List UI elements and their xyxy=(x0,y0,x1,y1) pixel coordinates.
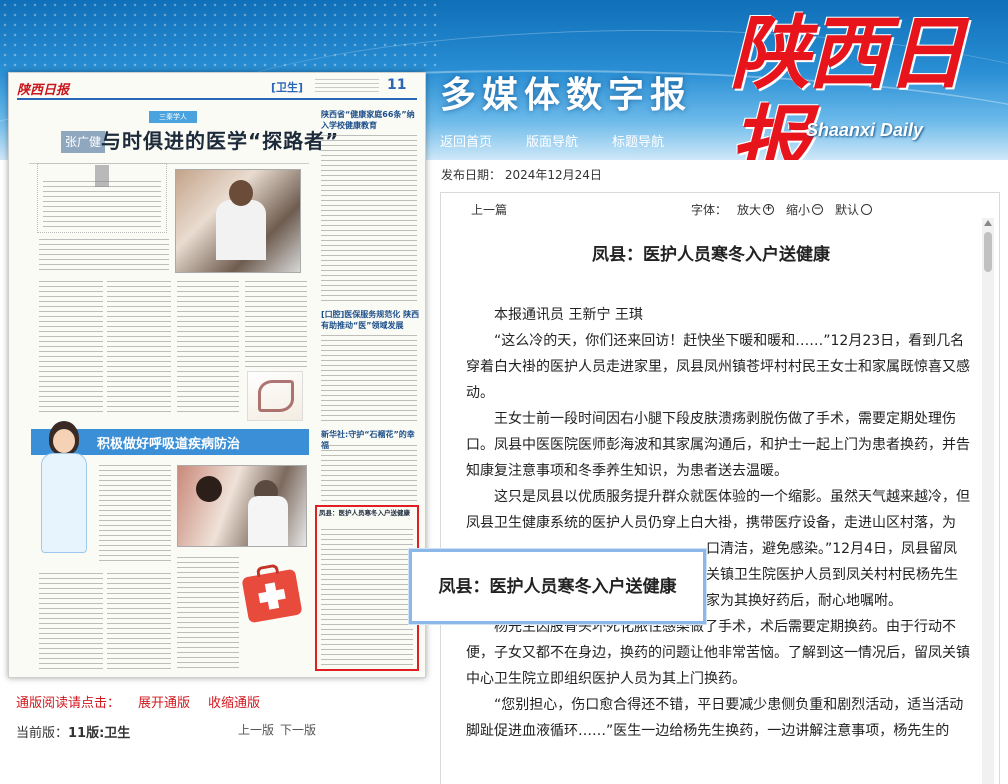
article-text-block[interactable] xyxy=(321,135,417,301)
publish-date: 发布日期： 2024年12月24日 xyxy=(441,168,602,182)
prev-page-link[interactable]: 上一版 xyxy=(238,721,274,738)
calligraphy-stroke xyxy=(258,380,294,412)
article-text-block[interactable] xyxy=(39,573,103,669)
circle-icon xyxy=(861,204,873,215)
article-text-block[interactable] xyxy=(321,445,417,501)
article-text-block[interactable] xyxy=(99,465,171,565)
font-size-label: 字体： xyxy=(691,203,728,217)
doctor-photo[interactable] xyxy=(175,169,301,273)
highlighted-article-text[interactable] xyxy=(321,529,413,665)
kit-cross xyxy=(258,588,286,604)
health-section-title[interactable]: 积极做好呼吸道疾病防治 xyxy=(97,433,240,452)
page-pager: 上一版 下一版 xyxy=(238,721,316,738)
right-column-headline[interactable]: 陕西省“健康家庭66条”纳入学校健康教育 xyxy=(321,109,421,131)
highlighted-article-title[interactable]: 凤县：医护人员寒冬入户送健康 xyxy=(319,509,415,518)
column-kicker: 三秦学人 xyxy=(149,111,197,123)
masthead-rule xyxy=(17,98,417,100)
calligraphy-image xyxy=(247,371,303,421)
photo-figure xyxy=(216,200,266,260)
page-lead-headline[interactable]: 与时俱进的医学“探路者” xyxy=(101,125,339,154)
nav-home-link[interactable]: 返回首页 xyxy=(440,131,492,150)
site-title: 多媒体数字报 xyxy=(440,75,693,116)
article-scrollbar[interactable] xyxy=(982,218,994,784)
photo-figure xyxy=(248,496,288,546)
font-larger-label: 放大 xyxy=(737,203,762,217)
plus-circle-icon: + xyxy=(763,204,775,215)
article-title: 凤县：医护人员寒冬入户送健康 xyxy=(592,245,830,265)
nav-page-navigation-link[interactable]: 版面导航 xyxy=(526,131,578,150)
current-page-label: 当前版： xyxy=(16,726,69,741)
article-paragraph: 杨先生因股骨头坏死化脓性感染做了手术，术后需要定期换药。由于行动不便，子女又都不… xyxy=(466,619,970,687)
headline-name-tag: 张广健 xyxy=(61,131,106,153)
newspaper-page-image[interactable]: 陕西日报 [卫生] 11 三秦学人 张广健 与时俱进的医学“探路者” 陕西省“健… xyxy=(8,72,426,678)
photo-figure xyxy=(196,476,222,502)
scrollbar-thumb[interactable] xyxy=(984,232,992,272)
article-text-block[interactable] xyxy=(39,281,103,413)
page-section-label: [卫生] xyxy=(271,81,304,94)
article-text-block[interactable] xyxy=(321,335,417,421)
minus-circle-icon: − xyxy=(812,204,824,215)
illustration-face xyxy=(53,429,75,453)
page-number: 11 xyxy=(387,77,407,93)
article-paragraph: 王女士前一段时间因右小腿下段皮肤溃疡剥脱伤做了手术，需要定期处理伤口。凤县中医医… xyxy=(466,411,970,479)
article-toolbar: 上一篇 字体： 放大 + 缩小 − 默认 xyxy=(441,199,997,217)
top-nav: 返回首页 版面导航 标题导航 xyxy=(440,131,664,150)
page-masthead: 陕西日报 xyxy=(17,83,70,98)
article-text-block[interactable] xyxy=(39,239,169,271)
expand-spread-link[interactable]: 展开通版 xyxy=(138,692,190,711)
article-text-block[interactable] xyxy=(177,281,239,413)
first-aid-kit-illustration xyxy=(241,563,303,624)
prev-article-link[interactable]: 上一篇 xyxy=(471,201,507,218)
next-page-link[interactable]: 下一版 xyxy=(280,721,316,738)
font-smaller-label: 缩小 xyxy=(786,203,811,217)
article-byline: 本报通讯员 王新宁 王琪 xyxy=(494,307,643,323)
article-paragraph: “这么冷的天，你们还来回访！赶快坐下暖和暖和……”12月23日，看到几名穿着白大… xyxy=(466,333,970,401)
article-text-block[interactable] xyxy=(107,573,171,669)
article-paragraph: 这只是凤县以优质服务提升群众就医体验的一个缩影。虽然天气越来越冷，但凤县卫生健康… xyxy=(466,489,970,531)
photo-figure xyxy=(229,180,253,206)
article-text-block[interactable] xyxy=(107,281,171,413)
article-title-tooltip: 凤县：医护人员寒冬入户送健康 xyxy=(409,549,706,624)
newspaper-logo-english: Shaanxi Daily xyxy=(806,120,924,140)
collapse-spread-link[interactable]: 收缩通版 xyxy=(208,692,260,711)
article-text-block[interactable] xyxy=(43,181,161,229)
current-page-value: 11版:卫生 xyxy=(68,726,131,741)
kit-handle xyxy=(255,563,280,578)
article-text-block[interactable] xyxy=(245,281,307,367)
page-date-lines xyxy=(315,79,379,95)
current-page-indicator: 当前版：11版:卫生 xyxy=(16,722,130,741)
right-column-headline[interactable]: [口腔]医保服务规范化 陕西有助推动“医”领域发展 xyxy=(321,309,421,331)
nav-title-navigation-link[interactable]: 标题导航 xyxy=(612,131,664,150)
font-smaller-button[interactable]: 缩小 − xyxy=(786,201,824,218)
treatment-photo[interactable] xyxy=(177,465,307,547)
font-larger-button[interactable]: 放大 + xyxy=(737,201,775,218)
article-text-block[interactable] xyxy=(177,557,239,669)
font-default-label: 默认 xyxy=(835,203,860,217)
nurse-illustration xyxy=(35,421,91,561)
article-body: 本报通讯员 王新宁 王琪 “这么冷的天，你们还来回访！赶快坐下暖和暖和……”12… xyxy=(466,302,970,744)
spread-reading-prompt: 通版阅读请点击： xyxy=(16,696,121,711)
spread-reading-links: 通版阅读请点击： 展开通版 收缩通版 xyxy=(16,692,260,711)
scroll-up-arrow-icon[interactable] xyxy=(984,220,992,226)
article-paragraph: “您别担心，伤口愈合得还不错，平日要减少患侧负重和剧烈活动，适当活动脚趾促进血液… xyxy=(466,697,964,739)
font-default-button[interactable]: 默认 xyxy=(835,201,873,218)
illustration-coat xyxy=(41,453,87,553)
